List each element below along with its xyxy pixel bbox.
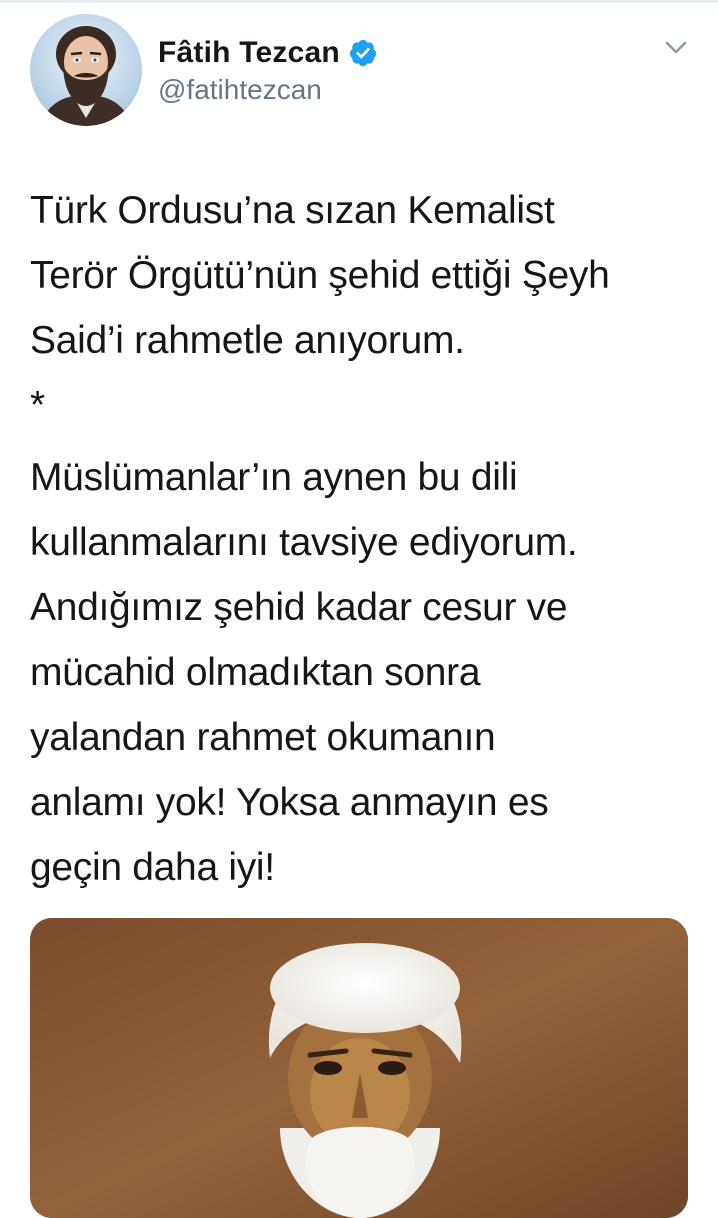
portrait-photo bbox=[30, 918, 688, 1218]
tweet: Fâtih Tezcan @fatihtezcan Türk Ordusu’na… bbox=[0, 0, 718, 1218]
chevron-down-icon[interactable] bbox=[664, 38, 688, 58]
tweet-paragraph: Müslümanlar’ın aynen bu dili kullanmalar… bbox=[30, 456, 578, 889]
author-handle[interactable]: @fatihtezcan bbox=[158, 74, 322, 106]
avatar[interactable] bbox=[30, 14, 142, 126]
avatar-illustration bbox=[30, 14, 142, 126]
author-line[interactable]: Fâtih Tezcan bbox=[158, 36, 378, 70]
tweet-photo[interactable] bbox=[30, 918, 688, 1218]
verified-badge-icon bbox=[348, 38, 378, 68]
tweet-text: Türk Ordusu’na sızan Kemalist Terör Örgü… bbox=[30, 178, 690, 900]
tweet-paragraph: Türk Ordusu’na sızan Kemalist Terör Örgü… bbox=[30, 189, 610, 427]
display-name[interactable]: Fâtih Tezcan bbox=[158, 36, 340, 70]
